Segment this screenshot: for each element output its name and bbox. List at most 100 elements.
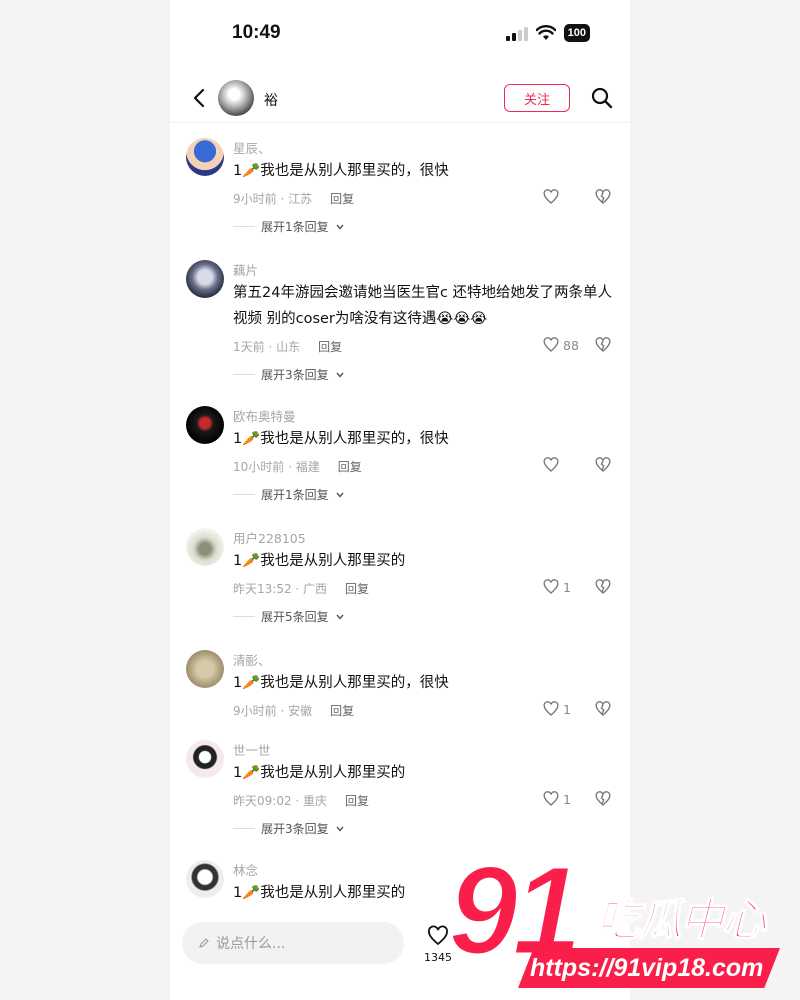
reply-button[interactable]: 回复	[330, 702, 354, 719]
user-avatar[interactable]	[186, 740, 224, 778]
user-avatar[interactable]	[186, 528, 224, 566]
comment-text-body: 我也是从别人那里买的	[260, 553, 406, 569]
comment-input[interactable]: 说点什么...	[182, 922, 404, 964]
comment-text-body: 我也是从别人那里买的	[260, 885, 406, 901]
broken-heart-icon[interactable]	[594, 456, 612, 474]
broken-heart-icon[interactable]	[594, 700, 612, 718]
cellular-signal-icon	[505, 25, 528, 41]
comment-text: 1🥕我也是从别人那里买的，很快	[233, 670, 613, 696]
reply-button[interactable]: 回复	[338, 458, 362, 475]
status-icons: 100	[505, 24, 590, 42]
chevron-down-icon	[336, 492, 344, 498]
comment-meta: 1天前 · 山东 回复	[233, 338, 342, 355]
like-button[interactable]: 1	[542, 578, 571, 596]
top-bar: 裕 关注	[170, 78, 630, 123]
user-avatar[interactable]	[186, 138, 224, 176]
chevron-down-icon	[336, 826, 344, 832]
comment-input-placeholder: 说点什么...	[216, 936, 286, 952]
comment-username[interactable]: 藕片	[233, 260, 258, 279]
comment-text: 1🥕我也是从别人那里买的	[233, 760, 613, 786]
like-button[interactable]	[542, 456, 563, 474]
reply-button[interactable]: 回复	[345, 580, 369, 597]
broken-heart-icon[interactable]	[594, 790, 612, 808]
expand-replies[interactable]: 展开3条回复	[233, 366, 345, 383]
expand-replies[interactable]: 展开5条回复	[233, 608, 345, 625]
like-button[interactable]	[542, 188, 563, 206]
divider	[233, 494, 255, 495]
expand-replies[interactable]: 展开1条回复	[233, 486, 345, 503]
heart-icon	[543, 701, 559, 716]
comment-meta: 昨天13:52 · 广西 回复	[233, 580, 369, 597]
watermark-brand: 吃瓜中心	[595, 894, 767, 947]
reply-button[interactable]: 回复	[345, 792, 369, 809]
status-bar: 10:49 100	[170, 0, 630, 70]
reply-button[interactable]: 回复	[330, 190, 354, 207]
heart-icon	[543, 337, 559, 352]
divider	[233, 828, 255, 829]
status-time: 10:49	[232, 22, 281, 43]
like-count: 1	[563, 791, 571, 807]
like-button[interactable]: 1	[542, 700, 571, 718]
comment-time-location: 9小时前 · 安徽	[233, 704, 313, 718]
comment-text-body: 我也是从别人那里买的，很快	[260, 675, 449, 691]
heart-icon	[543, 579, 559, 594]
expand-replies-label: 展开1条回复	[261, 220, 329, 234]
chevron-down-icon	[336, 614, 344, 620]
broken-heart-icon[interactable]	[594, 336, 612, 354]
author-name[interactable]: 裕	[264, 90, 278, 110]
comment-text-prefix: 1	[233, 675, 243, 691]
heart-icon	[543, 791, 559, 806]
watermark-url: https://91vip18.com	[518, 948, 780, 988]
expand-replies[interactable]: 展开1条回复	[233, 218, 345, 235]
watermark-logo: 91 吃瓜中心 https://91vip18.com	[430, 846, 800, 1000]
comment-time-location: 9小时前 · 江苏	[233, 192, 313, 206]
comment-text-prefix: 1	[233, 163, 243, 179]
broken-heart-icon[interactable]	[594, 188, 612, 206]
back-arrow-icon[interactable]	[188, 86, 212, 110]
comment-text: 1🥕我也是从别人那里买的，很快	[233, 158, 613, 184]
chevron-down-icon	[336, 372, 344, 378]
comment-username[interactable]: 世一世	[233, 740, 271, 759]
carrot-emoji-icon: 🥕	[242, 163, 261, 179]
carrot-emoji-icon: 🥕	[242, 765, 261, 781]
expand-replies[interactable]: 展开3条回复	[233, 820, 345, 837]
user-avatar[interactable]	[186, 406, 224, 444]
comment-text: 1🥕我也是从别人那里买的	[233, 548, 613, 574]
comment-time-location: 昨天13:52 · 广西	[233, 582, 328, 596]
comment-time-location: 10小时前 · 福建	[233, 460, 320, 474]
author-avatar[interactable]	[218, 80, 254, 116]
heart-icon	[543, 189, 559, 204]
divider	[233, 226, 255, 227]
comment-username[interactable]: 林念	[233, 860, 258, 879]
user-avatar[interactable]	[186, 260, 224, 298]
carrot-emoji-icon: 🥕	[242, 553, 261, 569]
comment-username[interactable]: 星辰、	[233, 138, 271, 157]
carrot-emoji-icon: 🥕	[242, 885, 261, 901]
like-button[interactable]: 1	[542, 790, 571, 808]
carrot-emoji-icon: 🥕	[242, 675, 261, 691]
follow-button[interactable]: 关注	[504, 84, 570, 112]
like-button[interactable]: 88	[542, 336, 579, 354]
comment-text-prefix: 1	[233, 553, 243, 569]
broken-heart-icon[interactable]	[594, 578, 612, 596]
comment-text-body: 我也是从别人那里买的，很快	[260, 431, 449, 447]
expand-replies-label: 展开1条回复	[261, 488, 329, 502]
battery-level: 100	[563, 24, 590, 42]
chevron-down-icon	[336, 224, 344, 230]
expand-replies-label: 展开5条回复	[261, 610, 329, 624]
comment-username[interactable]: 清彨、	[233, 650, 271, 669]
pencil-icon	[199, 938, 209, 948]
comment-username[interactable]: 欧布奥特曼	[233, 406, 296, 425]
search-icon[interactable]	[590, 86, 614, 110]
comment-meta: 9小时前 · 江苏 回复	[233, 190, 354, 207]
reply-button[interactable]: 回复	[318, 338, 342, 355]
user-avatar[interactable]	[186, 650, 224, 688]
divider	[233, 616, 255, 617]
comment-text-prefix: 1	[233, 431, 243, 447]
comment-text-body: 我也是从别人那里买的，很快	[260, 163, 449, 179]
comment-username[interactable]: 用户228105	[233, 528, 306, 547]
comment-text-prefix: 1	[233, 765, 243, 781]
user-avatar[interactable]	[186, 860, 224, 898]
comment-text: 1🥕我也是从别人那里买的，很快	[233, 426, 613, 452]
like-count: 88	[563, 337, 579, 353]
